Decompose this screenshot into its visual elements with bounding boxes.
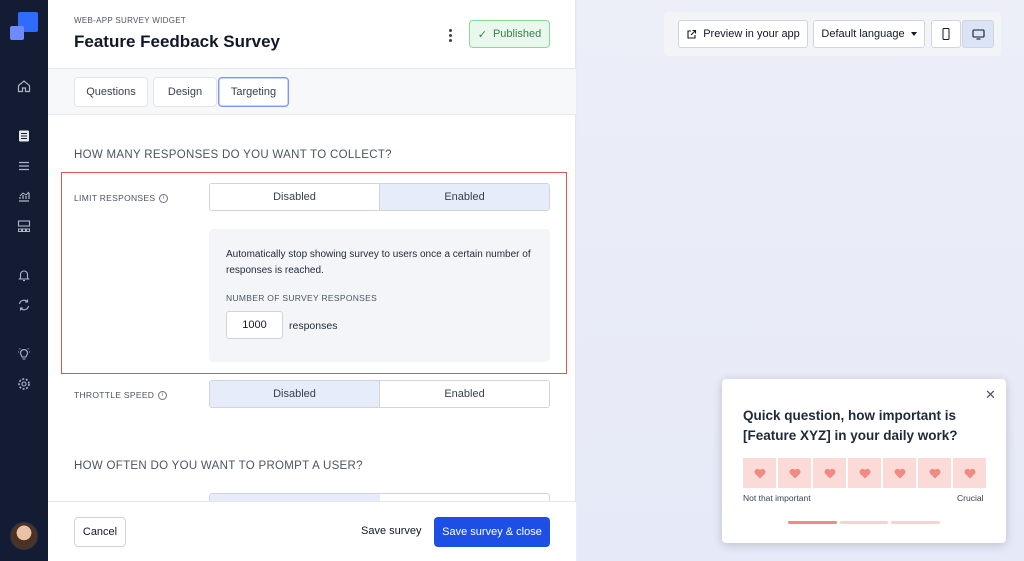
chevron-down-icon — [910, 32, 917, 36]
response-count-label: NUMBER OF SURVEY RESPONSES — [226, 293, 378, 303]
rating-option[interactable] — [743, 458, 776, 488]
rating-option[interactable] — [776, 458, 811, 488]
limit-responses-label-text: LIMIT RESPONSES — [74, 193, 156, 203]
rating-option[interactable] — [846, 458, 881, 488]
limit-responses-description: Automatically stop showing survey to use… — [226, 249, 531, 276]
list-icon[interactable] — [14, 156, 34, 176]
rating-option[interactable] — [881, 458, 916, 488]
throttle-speed-toggle: Disabled Enabled — [209, 380, 550, 408]
surveys-icon[interactable] — [14, 126, 34, 146]
home-icon[interactable] — [14, 76, 34, 96]
limit-responses-toggle: Disabled Enabled — [209, 183, 550, 211]
widget-question: Quick question, how important is [Featur… — [743, 408, 958, 443]
tab-design[interactable]: Design — [153, 77, 217, 107]
desktop-view-button[interactable] — [962, 20, 994, 48]
lightbulb-icon[interactable] — [14, 344, 34, 364]
rating-option[interactable] — [916, 458, 951, 488]
rating-option[interactable] — [811, 458, 846, 488]
analytics-icon[interactable] — [14, 186, 34, 206]
close-icon[interactable]: ✕ — [985, 387, 996, 403]
avatar[interactable] — [10, 522, 38, 550]
preview-in-app-label: Preview in your app — [703, 28, 800, 40]
widget-progress — [788, 521, 941, 524]
scale-low-label: Not that important — [743, 493, 811, 503]
app-logo[interactable] — [10, 12, 38, 40]
status-badge[interactable]: ✓ Published — [469, 20, 550, 48]
scale-high-label: Crucial — [957, 493, 984, 503]
limit-responses-enabled[interactable]: Enabled — [379, 184, 549, 210]
bell-icon[interactable] — [14, 265, 34, 285]
info-icon[interactable]: i — [159, 193, 169, 203]
response-count-unit: responses — [289, 320, 338, 332]
prompt-section-heading: HOW OFTEN DO YOU WANT TO PROMPT A USER? — [74, 460, 363, 472]
responses-section-heading: HOW MANY RESPONSES DO YOU WANT TO COLLEC… — [74, 149, 392, 161]
language-label: Default language — [821, 28, 905, 40]
throttle-speed-label-text: THROTTLE SPEED — [74, 390, 155, 400]
rating-option[interactable] — [951, 458, 986, 488]
throttle-speed-label: THROTTLE SPEED i — [74, 390, 168, 400]
sidebar — [0, 0, 48, 561]
language-dropdown[interactable]: Default language — [813, 20, 925, 48]
survey-type-label: WEB-APP SURVEY WIDGET — [74, 16, 187, 25]
heart-icon — [929, 468, 940, 478]
save-and-close-button[interactable]: Save survey & close — [434, 517, 550, 547]
tab-targeting[interactable]: Targeting — [218, 77, 289, 107]
preview-toolbar: Preview in your app Default language — [664, 12, 1001, 56]
external-link-icon — [687, 29, 697, 39]
heart-icon — [754, 468, 765, 478]
preview-in-app-button[interactable]: Preview in your app — [678, 20, 808, 48]
survey-title: Feature Feedback Survey — [74, 32, 280, 51]
progress-step — [788, 521, 837, 524]
heart-icon — [859, 468, 870, 478]
mobile-icon — [942, 28, 950, 40]
dashboard-icon[interactable] — [14, 216, 34, 236]
save-survey-button[interactable]: Save survey — [361, 525, 422, 537]
status-label: Published — [492, 28, 542, 40]
tab-questions[interactable]: Questions — [74, 77, 148, 107]
more-options-icon[interactable] — [442, 26, 458, 44]
check-icon: ✓ — [477, 28, 487, 41]
progress-step — [839, 521, 889, 524]
sync-icon[interactable] — [14, 295, 34, 315]
mobile-view-button[interactable] — [931, 20, 961, 48]
heart-icon — [894, 468, 905, 478]
survey-widget-preview: ✕ Quick question, how important is [Feat… — [722, 379, 1006, 543]
survey-preview-area: Preview in your app Default language ✕ Q… — [577, 0, 1024, 561]
response-count-input[interactable] — [226, 311, 283, 339]
heart-icon — [964, 468, 975, 478]
progress-step — [891, 521, 941, 524]
limit-responses-label: LIMIT RESPONSES i — [74, 193, 169, 203]
prompt-frequency-toggle[interactable] — [209, 493, 550, 501]
tab-bar: Questions Design Targeting — [48, 69, 576, 115]
heart-icon — [824, 468, 835, 478]
throttle-speed-disabled[interactable]: Disabled — [210, 381, 379, 407]
limit-responses-disabled[interactable]: Disabled — [210, 184, 379, 210]
throttle-speed-enabled[interactable]: Enabled — [379, 381, 549, 407]
desktop-icon — [971, 28, 985, 40]
heart-icon — [789, 468, 800, 478]
survey-editor-panel: WEB-APP SURVEY WIDGET Feature Feedback S… — [48, 0, 576, 561]
editor-footer: Cancel Save survey Save survey & close — [48, 501, 576, 561]
rating-scale — [743, 458, 986, 488]
editor-header: WEB-APP SURVEY WIDGET Feature Feedback S… — [48, 0, 576, 69]
settings-icon[interactable] — [14, 374, 34, 394]
info-icon[interactable]: i — [158, 390, 168, 400]
cancel-button[interactable]: Cancel — [74, 517, 126, 547]
limit-responses-settings: Automatically stop showing survey to use… — [209, 229, 550, 362]
